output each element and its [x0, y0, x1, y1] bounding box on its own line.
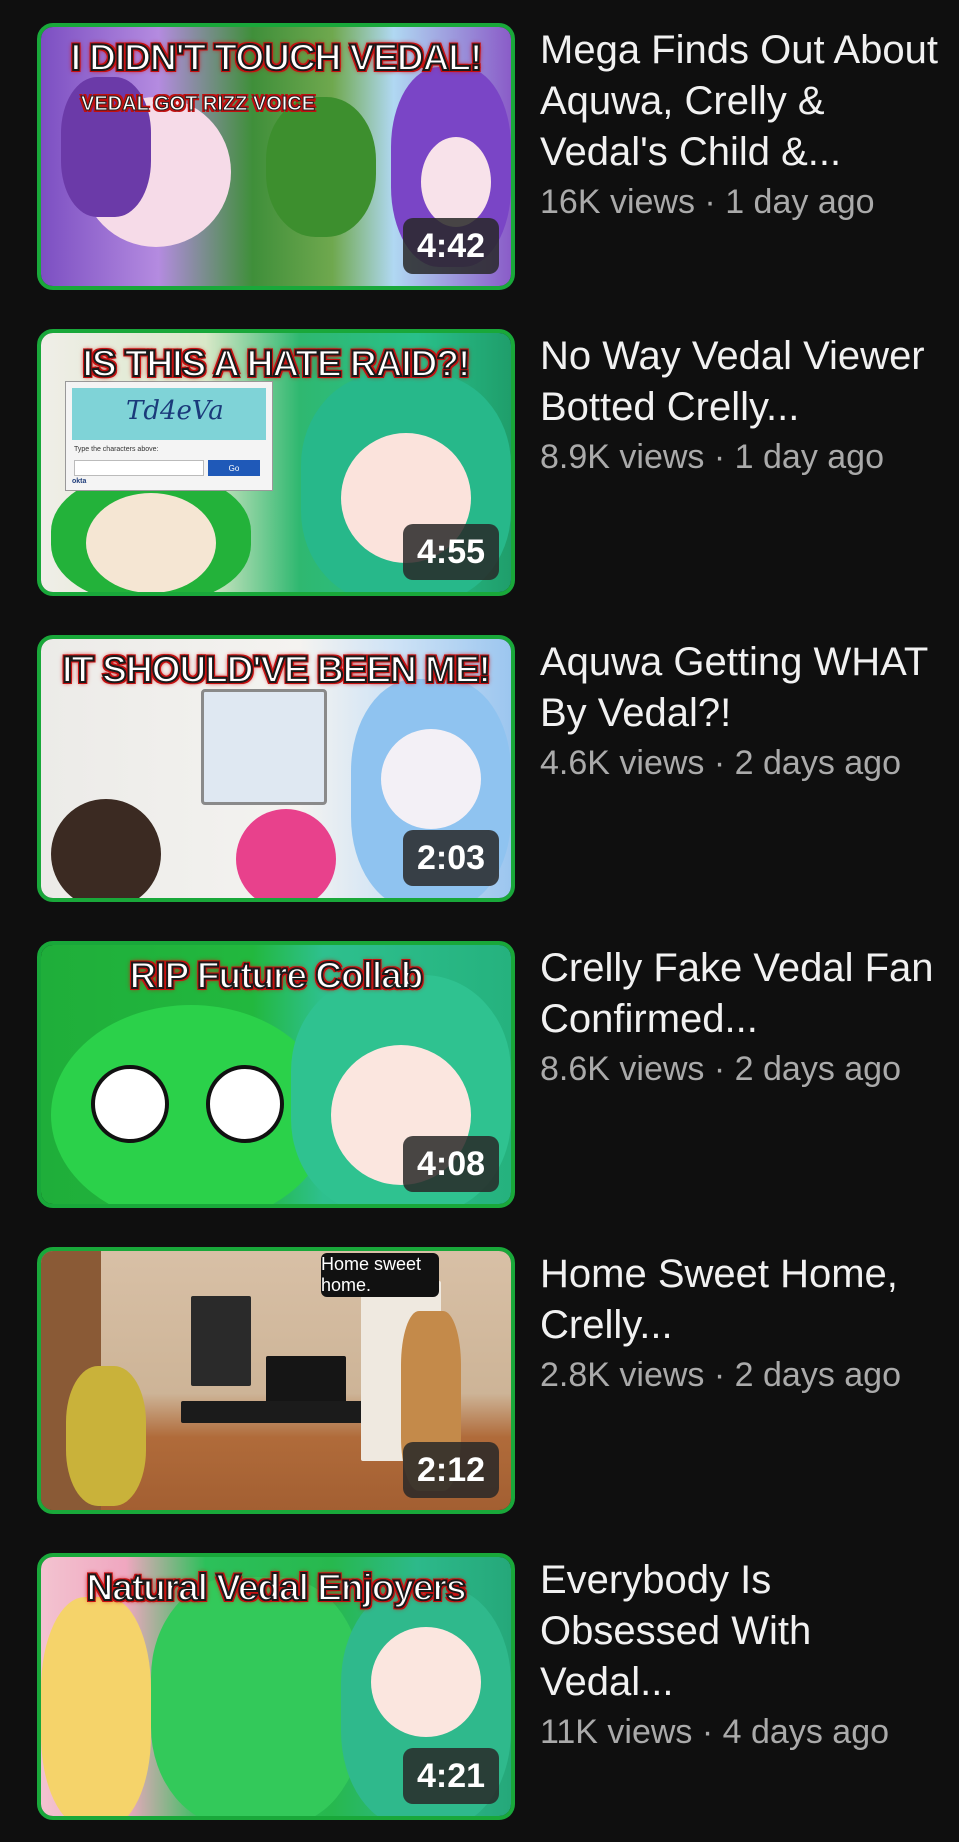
stats-separator: ·: [713, 1050, 726, 1088]
video-stats: 8.6K views · 2 days ago: [540, 1047, 940, 1091]
video-title[interactable]: Everybody Is Obsessed With Vedal...: [540, 1555, 940, 1708]
video-meta: Crelly Fake Vedal Fan Confirmed... 8.6K …: [540, 943, 940, 1091]
video-thumbnail[interactable]: RIP Future Collab 4:08: [37, 941, 515, 1208]
thumbnail-subtext: VEDAL GOT RIZZ VOICE: [80, 93, 316, 116]
stats-separator: ·: [713, 744, 726, 782]
captcha-field: [74, 460, 204, 476]
video-thumbnail[interactable]: Td4eVa Type the characters above: Go okt…: [37, 329, 515, 596]
video-meta: No Way Vedal Viewer Botted Crelly... 8.9…: [540, 331, 940, 479]
video-meta: Aquwa Getting WHAT By Vedal?! 4.6K views…: [540, 637, 940, 785]
video-title[interactable]: Crelly Fake Vedal Fan Confirmed...: [540, 943, 940, 1045]
video-title[interactable]: No Way Vedal Viewer Botted Crelly...: [540, 331, 940, 433]
video-thumbnail[interactable]: Natural Vedal Enjoyers 4:21: [37, 1553, 515, 1820]
view-count: 2.8K views: [540, 1356, 705, 1394]
speech-bubble: Home sweet home.: [321, 1253, 439, 1297]
upload-age: 2 days ago: [734, 744, 901, 782]
duration-badge: 2:12: [403, 1442, 499, 1498]
captcha-label: Type the characters above:: [74, 446, 159, 453]
video-meta: Mega Finds Out About Aquwa, Crelly & Ved…: [540, 25, 940, 224]
captcha-go-button: Go: [208, 460, 260, 476]
video-feed: I DIDN'T TOUCH VEDAL! VEDAL GOT RIZZ VOI…: [0, 0, 959, 1842]
view-count: 4.6K views: [540, 744, 705, 782]
video-item[interactable]: IT SHOULD'VE BEEN ME! 2:03 Aquwa Getting…: [0, 635, 959, 905]
duration-badge: 4:42: [403, 218, 499, 274]
video-thumbnail[interactable]: I DIDN'T TOUCH VEDAL! VEDAL GOT RIZZ VOI…: [37, 23, 515, 290]
upload-age: 2 days ago: [734, 1050, 901, 1088]
upload-age: 2 days ago: [734, 1356, 901, 1394]
thumbnail-headline: IT SHOULD'VE BEEN ME!: [61, 648, 492, 691]
video-item[interactable]: Natural Vedal Enjoyers 4:21 Everybody Is…: [0, 1553, 959, 1823]
stats-separator: ·: [713, 1356, 726, 1394]
view-count: 11K views: [540, 1713, 693, 1751]
stats-separator: ·: [713, 438, 726, 476]
duration-badge: 4:55: [403, 524, 499, 580]
view-count: 8.9K views: [540, 438, 705, 476]
thumbnail-headline: Natural Vedal Enjoyers: [85, 1566, 467, 1609]
upload-age: 1 day ago: [734, 438, 884, 476]
upload-age: 1 day ago: [725, 183, 875, 221]
video-title[interactable]: Aquwa Getting WHAT By Vedal?!: [540, 637, 940, 739]
video-stats: 8.9K views · 1 day ago: [540, 435, 940, 479]
video-title[interactable]: Mega Finds Out About Aquwa, Crelly & Ved…: [540, 25, 940, 178]
video-title[interactable]: Home Sweet Home, Crelly...: [540, 1249, 940, 1351]
video-meta: Home Sweet Home, Crelly... 2.8K views · …: [540, 1249, 940, 1397]
upload-age: 4 days ago: [722, 1713, 890, 1751]
duration-badge: 4:21: [403, 1748, 499, 1804]
duration-badge: 2:03: [403, 830, 499, 886]
thumbnail-headline: RIP Future Collab: [129, 954, 425, 997]
view-count: 8.6K views: [540, 1050, 705, 1088]
thumbnail-headline: I DIDN'T TOUCH VEDAL!: [70, 36, 484, 79]
captcha-box: Td4eVa Type the characters above: Go okt…: [65, 381, 273, 491]
video-thumbnail[interactable]: IT SHOULD'VE BEEN ME! 2:03: [37, 635, 515, 902]
duration-badge: 4:08: [403, 1136, 499, 1192]
video-stats: 4.6K views · 2 days ago: [540, 741, 940, 785]
stats-separator: ·: [701, 1713, 714, 1751]
thumbnail-headline: IS THIS A HATE RAID?!: [82, 342, 472, 385]
stats-separator: ·: [704, 183, 716, 221]
video-stats: 2.8K views · 2 days ago: [540, 1353, 940, 1397]
video-stats: 11K views · 4 days ago: [540, 1710, 940, 1754]
video-thumbnail[interactable]: Home sweet home. 2:12: [37, 1247, 515, 1514]
video-item[interactable]: Td4eVa Type the characters above: Go okt…: [0, 329, 959, 599]
video-item[interactable]: I DIDN'T TOUCH VEDAL! VEDAL GOT RIZZ VOI…: [0, 23, 959, 293]
captcha-text: Td4eVa: [126, 396, 224, 426]
captcha-brand: okta: [72, 478, 87, 485]
video-item[interactable]: RIP Future Collab 4:08 Crelly Fake Vedal…: [0, 941, 959, 1211]
video-stats: 16K views · 1 day ago: [540, 180, 940, 224]
view-count: 16K views: [540, 183, 695, 221]
video-item[interactable]: Home sweet home. 2:12 Home Sweet Home, C…: [0, 1247, 959, 1517]
video-meta: Everybody Is Obsessed With Vedal... 11K …: [540, 1555, 940, 1754]
